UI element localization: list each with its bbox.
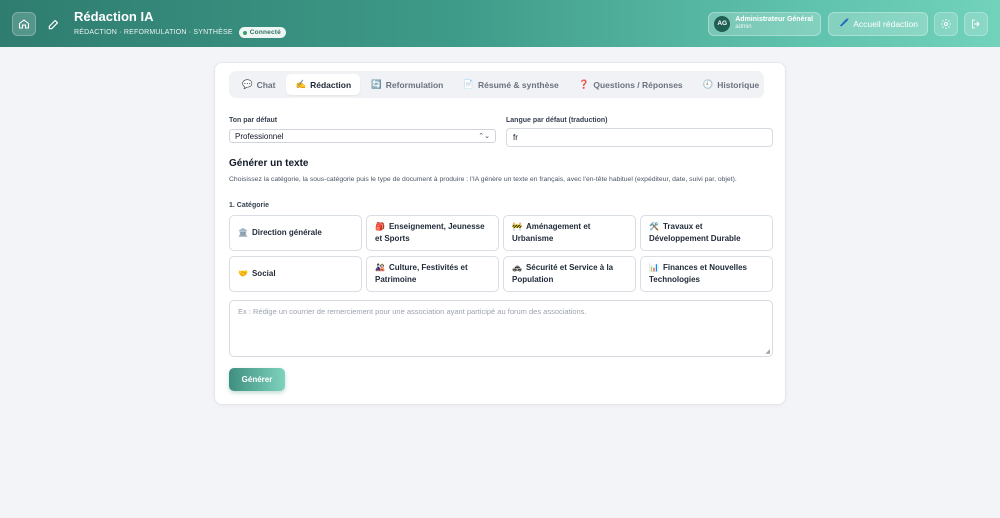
generate-button[interactable]: Générer [229,368,285,391]
category-finances[interactable]: 📊 Finances et Nouvelles Technologies [640,256,773,292]
status-dot-icon [242,30,247,35]
home-icon [18,18,30,29]
tab-label: Résumé & synthèse [477,79,559,90]
tab-resume-synthese[interactable]: 📄 Résumé & synthèse [454,74,567,95]
prompt-placeholder: Ex : Rédige un courrier de remerciement … [238,307,587,316]
accueil-redaction-label: Accueil rédaction [853,18,918,29]
tab-reformulation[interactable]: 🔄 Reformulation [362,74,452,95]
tab-label: Chat [256,79,276,90]
settings-button[interactable] [934,11,958,36]
backpack-icon: 🎒 [375,222,385,231]
tab-historique[interactable]: 🕘 Historique [694,74,769,95]
category-label: Aménagement et Urbanisme [512,222,591,243]
clock-icon: 🕘 [702,79,714,89]
category-label: Enseignement, Jeunesse et Sports [375,222,485,243]
tab-questions-reponses[interactable]: ❓ Questions / Réponses [570,74,692,95]
brand: Rédaction IA RÉDACTION · REFORMULATION ·… [74,9,286,38]
user-role: admin [735,24,752,30]
category-enseignement[interactable]: 🎒 Enseignement, Jeunesse et Sports [366,215,499,251]
tone-select-value: Professionnel [235,131,284,141]
home-icon-button[interactable] [12,11,36,36]
updown-chevron-icon: ⌃⌄ [478,133,490,140]
category-label: Social [251,269,276,278]
lang-input[interactable]: fr [506,128,773,147]
chat-bubble-icon: 💬 [242,79,253,89]
edit-icon [42,12,66,36]
question-mark-icon: ❓ [578,79,590,89]
tab-redaction[interactable]: ✍️ Rédaction [286,74,361,95]
app-subtitle: RÉDACTION · REFORMULATION · SYNTHÈSE [74,29,233,36]
gear-icon [941,18,951,29]
bar-chart-icon: 📊 [649,263,659,272]
tools-icon: 🛠️ [649,222,659,231]
writing-hand-icon: ✍️ [295,79,307,89]
tone-select[interactable]: Professionnel ⌃⌄ [229,129,496,143]
tab-chat[interactable]: 💬 Chat [233,74,284,95]
avatar: AG [714,15,731,32]
category-travaux[interactable]: 🛠️ Travaux et Développement Durable [640,215,773,251]
category-label: Finances et Nouvelles Technologies [649,263,747,284]
dolls-icon: 🎎 [375,263,385,272]
user-menu[interactable]: AG Administrateur Général admin [708,11,822,36]
logout-button[interactable] [964,11,988,36]
classical-building-icon: 🏛️ [238,228,248,237]
prompt-textarea[interactable]: Ex : Rédige un courrier de remerciement … [229,300,773,357]
main-card: 💬 Chat ✍️ Rédaction 🔄 Reformulation 📄 Ré… [214,62,786,405]
category-culture[interactable]: 🎎 Culture, Festivités et Patrimoine [366,256,499,292]
tone-label: Ton par défaut [229,117,278,124]
user-name: Administrateur Général [735,16,814,23]
tab-label: Rédaction [310,79,352,90]
police-car-icon: 🚓 [512,263,522,272]
section-description: Choisissez la catégorie, la sous-catégor… [229,176,737,183]
tab-label: Reformulation [385,79,444,90]
category-securite[interactable]: 🚓 Sécurité et Service à la Population [503,256,636,292]
category-label: Sécurité et Service à la Population [512,263,614,284]
resize-grip-icon[interactable]: ◢ [765,348,770,355]
tab-bar: 💬 Chat ✍️ Rédaction 🔄 Reformulation 📄 Ré… [229,71,764,98]
category-label: Direction générale [251,228,322,237]
category-direction-generale[interactable]: 🏛️ Direction générale [229,215,362,251]
top-header: Rédaction IA RÉDACTION · REFORMULATION ·… [0,0,1000,47]
lang-label: Langue par défaut (traduction) [506,117,608,124]
accueil-redaction-button[interactable]: 🖊️ Accueil rédaction [828,11,928,36]
status-badge-label: Connecté [249,29,281,36]
construction-icon: 🚧 [512,222,522,231]
refresh-icon: 🔄 [371,79,382,89]
pencil-icon: 🖊️ [838,18,850,28]
logout-icon [972,19,980,28]
category-step-label: 1. Catégorie [229,202,270,209]
app-title: Rédaction IA [74,9,154,24]
status-badge: Connecté [238,27,286,38]
category-social[interactable]: 🤝 Social [229,256,362,292]
handshake-icon: 🤝 [238,269,248,278]
tab-label: Historique [717,79,760,90]
category-label: Travaux et Développement Durable [649,222,741,243]
category-label: Culture, Festivités et Patrimoine [375,263,468,284]
category-amenagement[interactable]: 🚧 Aménagement et Urbanisme [503,215,636,251]
section-title: Générer un texte [229,158,309,169]
document-icon: 📄 [463,79,474,89]
tab-label: Questions / Réponses [593,79,683,90]
